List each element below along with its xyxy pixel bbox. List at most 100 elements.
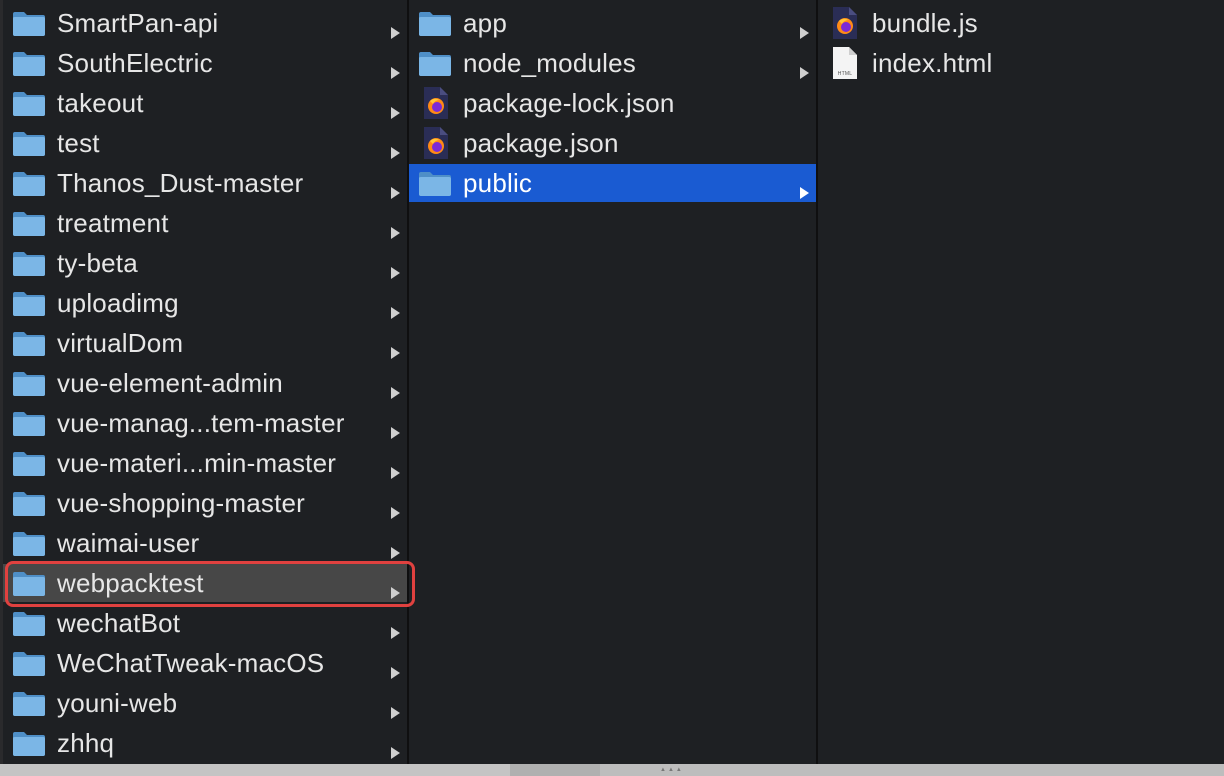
folder-item[interactable]: public bbox=[409, 164, 816, 202]
folder-item[interactable]: Thanos_Dust-master bbox=[3, 164, 407, 202]
html-document-icon: HTML bbox=[827, 47, 861, 79]
file-item[interactable]: bundle.js bbox=[818, 4, 1224, 42]
disclosure-arrow-icon[interactable] bbox=[389, 16, 401, 39]
item-label: vue-shopping-master bbox=[57, 487, 306, 518]
disclosure-arrow-icon[interactable] bbox=[389, 176, 401, 199]
column-left[interactable]: SmartPan-api SouthElectric takeout test Than… bbox=[0, 0, 407, 764]
item-label: public bbox=[463, 167, 533, 198]
folder-item[interactable]: uploadimg bbox=[3, 284, 407, 322]
item-label: wechatBot bbox=[57, 607, 181, 638]
item-label: zhhq bbox=[57, 727, 115, 758]
column-middle[interactable]: app node_modules package-lock.json package.… bbox=[409, 0, 816, 764]
item-label: vue-element-admin bbox=[57, 367, 283, 398]
disclosure-arrow-icon[interactable] bbox=[798, 176, 810, 199]
item-label: app bbox=[463, 7, 507, 38]
item-label: index.html bbox=[872, 47, 993, 78]
folder-icon bbox=[12, 208, 46, 238]
folder-item[interactable]: treatment bbox=[3, 204, 407, 242]
file-item[interactable]: HTML index.html bbox=[818, 44, 1224, 82]
folder-item[interactable]: test bbox=[3, 124, 407, 162]
item-label: treatment bbox=[57, 207, 169, 238]
folder-item[interactable]: node_modules bbox=[409, 44, 816, 82]
item-label: waimai-user bbox=[57, 527, 200, 558]
folder-icon bbox=[12, 648, 46, 678]
disclosure-arrow-icon[interactable] bbox=[389, 416, 401, 439]
folder-icon bbox=[12, 288, 46, 318]
item-label: webpacktest bbox=[57, 567, 204, 598]
file-item[interactable]: package-lock.json bbox=[409, 84, 816, 122]
folder-icon bbox=[12, 448, 46, 478]
disclosure-arrow-icon[interactable] bbox=[389, 656, 401, 679]
scrollbar-track bbox=[600, 764, 1224, 776]
folder-item[interactable]: youni-web bbox=[3, 684, 407, 722]
folder-icon bbox=[12, 168, 46, 198]
folder-icon bbox=[12, 8, 46, 38]
folder-item[interactable]: wechatBot bbox=[3, 604, 407, 642]
folder-item[interactable]: vue-element-admin bbox=[3, 364, 407, 402]
folder-icon bbox=[12, 608, 46, 638]
folder-item[interactable]: vue-manag...tem-master bbox=[3, 404, 407, 442]
disclosure-arrow-icon[interactable] bbox=[389, 576, 401, 599]
disclosure-arrow-icon[interactable] bbox=[389, 296, 401, 319]
disclosure-arrow-icon[interactable] bbox=[389, 56, 401, 79]
folder-item[interactable]: SouthElectric bbox=[3, 44, 407, 82]
folder-icon bbox=[12, 128, 46, 158]
firefox-document-icon bbox=[418, 87, 452, 119]
folder-item[interactable]: app bbox=[409, 4, 816, 42]
resize-grip-icon[interactable]: ▲▲▲ bbox=[660, 767, 684, 773]
folder-item[interactable]: webpacktest bbox=[3, 564, 407, 602]
finder-column-browser: SmartPan-api SouthElectric takeout test Than… bbox=[0, 0, 1224, 776]
disclosure-arrow-icon[interactable] bbox=[389, 536, 401, 559]
folder-icon bbox=[12, 528, 46, 558]
folder-icon bbox=[418, 8, 452, 38]
folder-icon bbox=[12, 488, 46, 518]
disclosure-arrow-icon[interactable] bbox=[389, 216, 401, 239]
folder-item[interactable]: vue-shopping-master bbox=[3, 484, 407, 522]
horizontal-scrollbar[interactable]: ▲▲▲ bbox=[0, 764, 1224, 776]
folder-item[interactable]: ty-beta bbox=[3, 244, 407, 282]
item-label: vue-materi...min-master bbox=[57, 447, 337, 478]
svg-text:HTML: HTML bbox=[838, 71, 852, 77]
item-label: virtualDom bbox=[57, 327, 184, 358]
disclosure-arrow-icon[interactable] bbox=[389, 456, 401, 479]
item-label: Thanos_Dust-master bbox=[57, 167, 304, 198]
disclosure-arrow-icon[interactable] bbox=[389, 616, 401, 639]
file-item[interactable]: package.json bbox=[409, 124, 816, 162]
folder-icon bbox=[12, 408, 46, 438]
item-label: node_modules bbox=[463, 47, 636, 78]
folder-icon bbox=[12, 328, 46, 358]
folder-item[interactable]: vue-materi...min-master bbox=[3, 444, 407, 482]
firefox-document-icon bbox=[827, 7, 861, 39]
item-label: SmartPan-api bbox=[57, 7, 219, 38]
disclosure-arrow-icon[interactable] bbox=[389, 136, 401, 159]
folder-icon bbox=[12, 368, 46, 398]
item-label: ty-beta bbox=[57, 247, 138, 278]
disclosure-arrow-icon[interactable] bbox=[389, 736, 401, 759]
item-label: uploadimg bbox=[57, 287, 179, 318]
disclosure-arrow-icon[interactable] bbox=[389, 336, 401, 359]
folder-icon bbox=[12, 688, 46, 718]
disclosure-arrow-icon[interactable] bbox=[389, 256, 401, 279]
item-label: test bbox=[57, 127, 100, 158]
disclosure-arrow-icon[interactable] bbox=[389, 496, 401, 519]
item-label: youni-web bbox=[57, 687, 178, 718]
folder-item[interactable]: zhhq bbox=[3, 724, 407, 762]
disclosure-arrow-icon[interactable] bbox=[798, 16, 810, 39]
item-label: takeout bbox=[57, 87, 144, 118]
item-label: package-lock.json bbox=[463, 87, 675, 118]
folder-item[interactable]: takeout bbox=[3, 84, 407, 122]
firefox-document-icon bbox=[418, 127, 452, 159]
disclosure-arrow-icon[interactable] bbox=[389, 376, 401, 399]
folder-item[interactable]: waimai-user bbox=[3, 524, 407, 562]
folder-icon bbox=[12, 88, 46, 118]
disclosure-arrow-icon[interactable] bbox=[389, 696, 401, 719]
folder-item[interactable]: WeChatTweak-macOS bbox=[3, 644, 407, 682]
column-right[interactable]: bundle.js HTML index.html bbox=[818, 0, 1224, 764]
folder-icon bbox=[12, 728, 46, 758]
item-label: SouthElectric bbox=[57, 47, 213, 78]
disclosure-arrow-icon[interactable] bbox=[389, 96, 401, 119]
item-label: WeChatTweak-macOS bbox=[57, 647, 325, 678]
folder-item[interactable]: virtualDom bbox=[3, 324, 407, 362]
disclosure-arrow-icon[interactable] bbox=[798, 56, 810, 79]
folder-item[interactable]: SmartPan-api bbox=[3, 4, 407, 42]
